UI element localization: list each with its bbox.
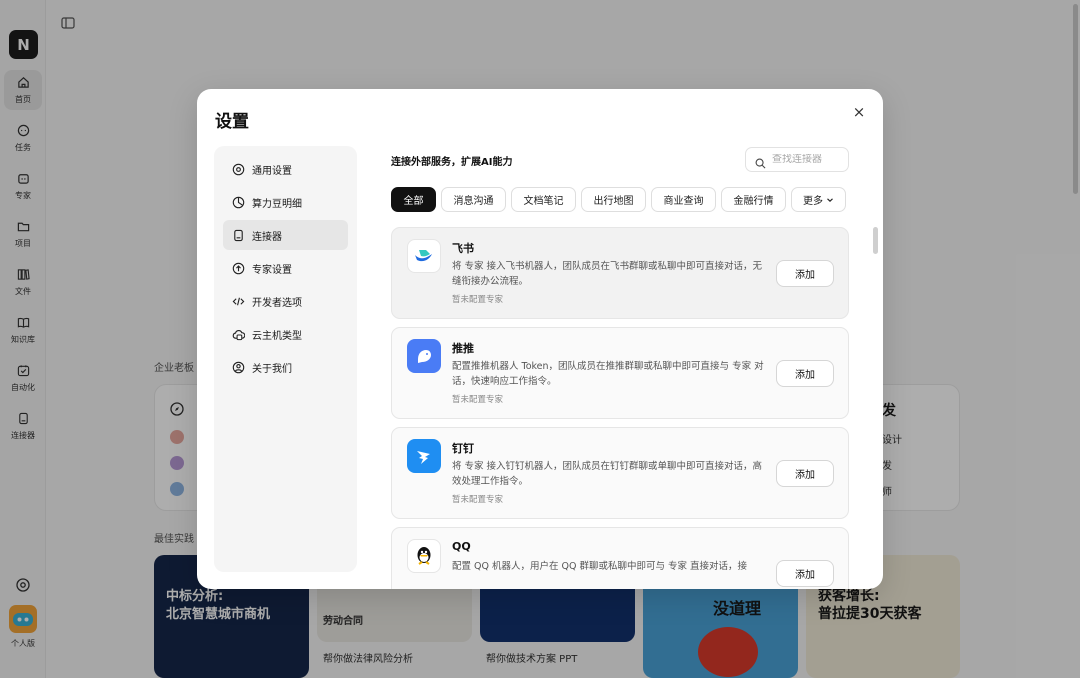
connector-status: 暂未配置专家 xyxy=(452,295,504,305)
qq-logo-icon xyxy=(407,539,441,573)
connector-status: 暂未配置专家 xyxy=(452,495,504,505)
connector-card-tuitui[interactable]: 推推 配置推推机器人 Token，团队成员在推推群聊或私聊中即可直接与 专家 对… xyxy=(391,327,849,419)
settings-modal: 设置 × 通用设置 算力豆明细 连接器 专家设置 开发者选项 云主机类型 关于我… xyxy=(197,89,883,589)
gear-icon xyxy=(232,163,245,176)
modal-title: 设置 xyxy=(215,112,249,132)
connector-description: 将 专家 接入飞书机器人，团队成员在飞书群聊或私聊中即可直接对话，无缝衔接办公流… xyxy=(452,261,763,287)
connector-list-scrollbar[interactable] xyxy=(873,227,878,254)
menu-label: 开发者选项 xyxy=(252,297,302,309)
menu-label: 通用设置 xyxy=(252,165,292,177)
cloud-host-icon xyxy=(232,328,245,341)
connector-description: 将 专家 接入钉钉机器人，团队成员在钉钉群聊或单聊中即可直接对话，高效处理工作指… xyxy=(452,461,763,487)
filter-chip-more[interactable]: 更多 xyxy=(791,187,846,212)
close-icon[interactable]: × xyxy=(851,104,867,120)
menu-label: 算力豆明细 xyxy=(252,198,302,210)
more-label: 更多 xyxy=(803,196,823,207)
add-dingtalk-button[interactable]: 添加 xyxy=(776,460,834,487)
menu-label: 连接器 xyxy=(252,231,282,243)
menu-label: 专家设置 xyxy=(252,264,292,276)
add-qq-button[interactable]: 添加 xyxy=(776,560,834,587)
connector-search[interactable] xyxy=(745,147,849,172)
tuitui-logo-icon xyxy=(407,339,441,373)
add-feishu-button[interactable]: 添加 xyxy=(776,260,834,287)
dingtalk-logo-icon xyxy=(407,439,441,473)
page-scrollbar[interactable] xyxy=(1071,0,1080,678)
add-tuitui-button[interactable]: 添加 xyxy=(776,360,834,387)
code-icon xyxy=(232,295,245,308)
filter-chip-messaging[interactable]: 消息沟通 xyxy=(441,187,506,212)
pie-icon xyxy=(232,196,245,209)
chevron-down-icon xyxy=(826,196,834,204)
connector-card-dingtalk[interactable]: 钉钉 将 专家 接入钉钉机器人，团队成员在钉钉群聊或单聊中即可直接对话，高效处理… xyxy=(391,427,849,519)
menu-item-expert-settings[interactable]: 专家设置 xyxy=(223,253,348,283)
menu-label: 云主机类型 xyxy=(252,330,302,342)
filter-chip-travel[interactable]: 出行地图 xyxy=(581,187,646,212)
connector-name: 飞书 xyxy=(452,242,474,255)
menu-label: 关于我们 xyxy=(252,363,292,375)
connector-name: QQ xyxy=(452,540,471,553)
filter-chip-all[interactable]: 全部 xyxy=(391,187,436,212)
connector-name: 推推 xyxy=(452,342,474,355)
filter-chip-business[interactable]: 商业查询 xyxy=(651,187,716,212)
menu-item-connectors[interactable]: 连接器 xyxy=(223,220,348,250)
connector-status: 暂未配置专家 xyxy=(452,395,504,405)
settings-menu: 通用设置 算力豆明细 连接器 专家设置 开发者选项 云主机类型 关于我们 xyxy=(214,146,357,572)
search-input[interactable] xyxy=(772,154,842,165)
connector-name: 钉钉 xyxy=(452,442,474,455)
user-circle-icon xyxy=(232,361,245,374)
feishu-logo-icon xyxy=(407,239,441,273)
filter-chip-finance[interactable]: 金融行情 xyxy=(721,187,786,212)
menu-item-about[interactable]: 关于我们 xyxy=(223,352,348,382)
connector-card-feishu[interactable]: 飞书 将 专家 接入飞书机器人，团队成员在飞书群聊或私聊中即可直接对话，无缝衔接… xyxy=(391,227,849,319)
filter-chip-docs[interactable]: 文档笔记 xyxy=(511,187,576,212)
connector-card-qq[interactable]: QQ 配置 QQ 机器人，用户在 QQ 群聊或私聊中即可与 专家 直接对话，接 … xyxy=(391,527,849,589)
menu-item-general[interactable]: 通用设置 xyxy=(223,154,348,184)
scrollbar-thumb[interactable] xyxy=(1073,4,1078,194)
connector-icon xyxy=(232,229,245,242)
connector-description: 配置 QQ 机器人，用户在 QQ 群聊或私聊中即可与 专家 直接对话，接 xyxy=(452,561,748,572)
menu-item-compute-beans[interactable]: 算力豆明细 xyxy=(223,187,348,217)
menu-item-developer[interactable]: 开发者选项 xyxy=(223,286,348,316)
menu-item-cloud-host[interactable]: 云主机类型 xyxy=(223,319,348,349)
cloud-upload-icon xyxy=(232,262,245,275)
connector-description: 配置推推机器人 Token，团队成员在推推群聊或私聊中即可直接与 专家 对话，快… xyxy=(452,361,764,387)
connectors-heading: 连接外部服务，扩展AI能力 xyxy=(391,157,513,168)
search-icon xyxy=(755,154,766,169)
